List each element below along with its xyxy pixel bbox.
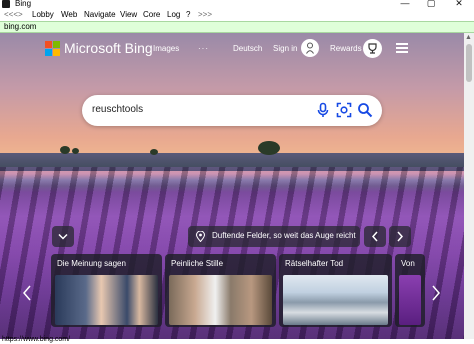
news-card-title: Von (401, 259, 415, 268)
news-card-image (283, 275, 388, 325)
visual-search-icon[interactable] (336, 102, 352, 118)
language-link[interactable]: Deutsch (233, 44, 262, 53)
title-bar: Bing — ▢ ✕ (0, 0, 474, 10)
status-url: https://www.bing.com/ (2, 336, 71, 343)
menu-view[interactable]: View (120, 10, 137, 19)
scroll-up-arrow-icon[interactable]: ▲ (465, 34, 472, 41)
news-card-title: Peinliche Stille (171, 259, 224, 268)
menu-navigate[interactable]: Navigate (84, 10, 116, 19)
menu-forward[interactable]: >>> (198, 10, 212, 19)
menu-web[interactable]: Web (61, 10, 77, 19)
news-card[interactable]: Rätselhafter Tod (279, 254, 392, 327)
menu-bar: <<<> Lobby Web Navigate View Core Log ? … (0, 10, 474, 21)
menu-core[interactable]: Core (143, 10, 160, 19)
tree (72, 148, 79, 154)
brand-title[interactable]: Microsoft Bing (64, 40, 153, 56)
window-title: Bing (15, 0, 32, 8)
news-card[interactable]: Peinliche Stille (165, 254, 276, 327)
collapse-button[interactable] (52, 226, 74, 247)
chevron-left-icon (371, 231, 378, 242)
carousel-next-icon[interactable] (431, 285, 441, 304)
news-card-title: Rätselhafter Tod (285, 259, 344, 268)
nav-images[interactable]: Images (153, 44, 179, 53)
app-icon (2, 0, 10, 8)
chevron-right-icon (397, 231, 404, 242)
search-icon[interactable] (357, 102, 373, 118)
microphone-icon[interactable] (315, 102, 331, 118)
menu-back[interactable]: <<<> (4, 10, 23, 19)
address-bar[interactable]: bing.com (0, 21, 474, 33)
tree (150, 149, 158, 155)
minimize-button[interactable]: — (398, 0, 412, 8)
tree (60, 146, 70, 154)
scrollbar-thumb[interactable] (466, 44, 472, 82)
news-card[interactable]: Die Meinung sagen (51, 254, 162, 327)
menu-log[interactable]: Log (167, 10, 180, 19)
menu-lobby[interactable]: Lobby (32, 10, 54, 19)
menu-help[interactable]: ? (186, 10, 190, 19)
location-pin-icon (196, 231, 205, 242)
news-card-image (399, 275, 421, 325)
location-caption-text: Duftende Felder, so weit das Auge reicht (212, 231, 356, 240)
carousel-prev-icon[interactable] (22, 285, 32, 304)
tree (258, 141, 280, 155)
news-card[interactable]: Von (395, 254, 425, 327)
image-location-caption[interactable]: Duftende Felder, so weit das Auge reicht (188, 226, 360, 247)
microsoft-logo-icon[interactable] (45, 41, 60, 56)
search-box[interactable]: reuschtools (82, 95, 382, 126)
news-card-image (55, 275, 158, 325)
menu-hamburger-icon[interactable] (396, 43, 408, 53)
chevron-down-icon (58, 233, 68, 240)
address-text[interactable]: bing.com (4, 22, 36, 31)
maximize-button[interactable]: ▢ (424, 0, 438, 9)
user-avatar-icon[interactable] (301, 39, 319, 57)
sign-in-link[interactable]: Sign in (273, 44, 297, 53)
news-card-image (169, 275, 272, 325)
status-bar: https://www.bing.com/ (0, 336, 474, 344)
rewards-link[interactable]: Rewards (330, 44, 362, 53)
rewards-trophy-icon[interactable] (363, 39, 382, 58)
more-options-icon[interactable]: ··· (198, 44, 209, 53)
previous-image-button[interactable] (364, 226, 386, 247)
close-button[interactable]: ✕ (452, 0, 466, 9)
next-image-button[interactable] (389, 226, 411, 247)
search-input[interactable]: reuschtools (92, 104, 143, 115)
news-card-title: Die Meinung sagen (57, 259, 126, 268)
